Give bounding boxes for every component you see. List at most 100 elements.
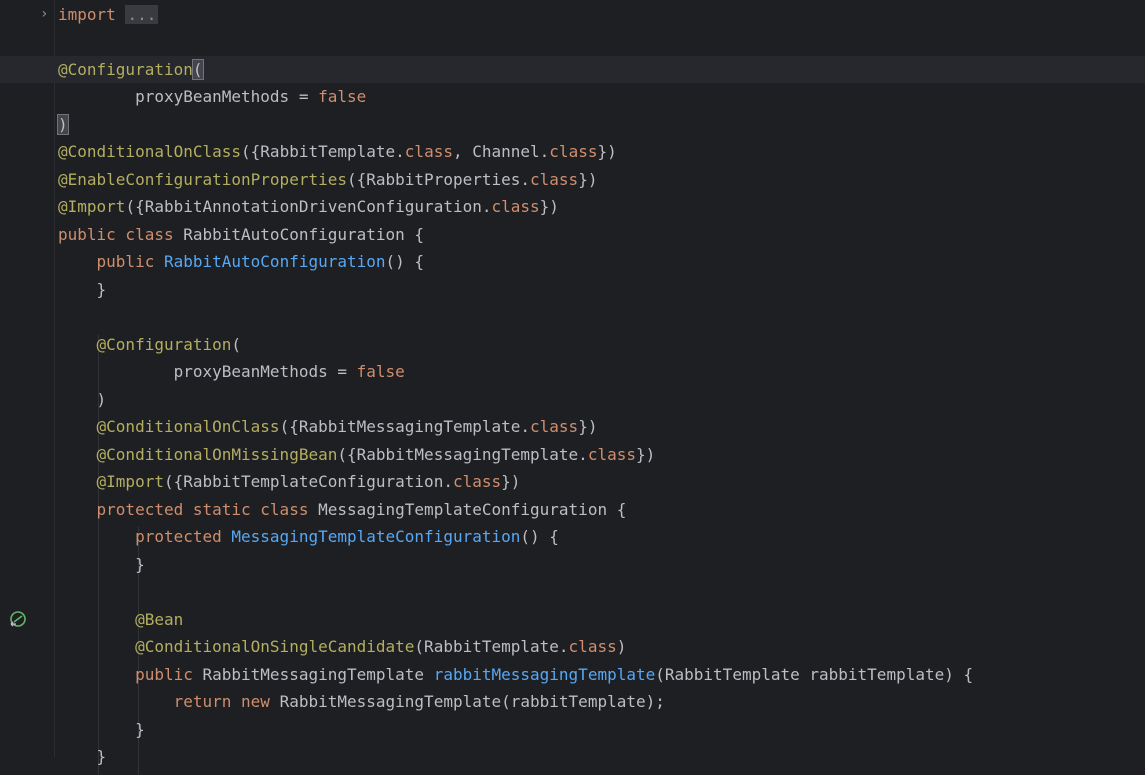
code-line[interactable]: @Configuration( xyxy=(0,55,1145,83)
line-number xyxy=(0,413,4,441)
matched-paren: ) xyxy=(57,113,69,135)
code-token: ) xyxy=(616,637,627,656)
code-token: RabbitAutoConfiguration { xyxy=(183,224,425,244)
code-line[interactable] xyxy=(58,303,1145,331)
code-token: ({RabbitProperties. xyxy=(346,169,531,189)
code-token: ( xyxy=(231,334,242,354)
code-token: class xyxy=(530,417,579,436)
folded-imports[interactable]: ... xyxy=(125,4,159,24)
code-token: ) xyxy=(58,389,107,409)
code-line[interactable]: @ConditionalOnMissingBean({RabbitMessagi… xyxy=(58,441,1145,469)
code-token: ({RabbitMessagingTemplate. xyxy=(279,417,531,436)
chevron-right-icon[interactable]: › xyxy=(40,4,54,24)
code-token: }) xyxy=(539,197,559,216)
code-token: RabbitMessagingTemplate xyxy=(202,664,434,684)
line-number xyxy=(0,276,4,304)
line-number xyxy=(0,221,4,249)
line-number xyxy=(0,578,4,606)
bean-gutter-icon[interactable] xyxy=(8,609,28,629)
line-number xyxy=(0,111,4,139)
code-line[interactable]: } xyxy=(58,276,1145,304)
code-token: @Configuration xyxy=(58,59,193,79)
code-token: class xyxy=(530,169,579,189)
code-token: } xyxy=(58,279,107,299)
code-line[interactable]: @ConditionalOnSingleCandidate(RabbitTemp… xyxy=(58,633,1145,661)
line-number xyxy=(0,606,4,634)
line-number xyxy=(0,661,4,689)
code-line[interactable]: proxyBeanMethods = false xyxy=(58,358,1145,386)
code-line[interactable]: protected static class MessagingTemplate… xyxy=(58,496,1145,524)
code-line[interactable]: @ConditionalOnClass({RabbitMessagingTemp… xyxy=(58,413,1145,441)
line-number xyxy=(0,468,4,496)
code-line[interactable] xyxy=(58,578,1145,606)
code-token: }) xyxy=(597,142,617,161)
code-line[interactable]: } xyxy=(58,551,1145,579)
code-token: RabbitMessagingTemplate(rabbitTemplate); xyxy=(279,692,665,711)
code-token: proxyBeanMethods = xyxy=(58,87,319,106)
code-token: public class xyxy=(58,224,184,244)
code-token: () { xyxy=(385,252,425,271)
code-line[interactable]: @EnableConfigurationProperties({RabbitPr… xyxy=(58,166,1145,194)
line-number xyxy=(0,83,4,111)
code-token: @ConditionalOnClass xyxy=(58,142,242,161)
code-line[interactable]: public RabbitMessagingTemplate rabbitMes… xyxy=(58,661,1145,689)
code-token: class xyxy=(404,142,453,161)
code-line[interactable]: proxyBeanMethods = false xyxy=(58,83,1145,111)
line-number xyxy=(0,303,4,331)
code-line[interactable]: public RabbitAutoConfiguration() { xyxy=(58,248,1145,276)
code-token: false xyxy=(356,362,405,381)
code-token: protected xyxy=(135,527,232,546)
code-token: , Channel. xyxy=(452,142,550,161)
code-line[interactable]: @Bean xyxy=(58,606,1145,634)
code-token: @EnableConfigurationProperties xyxy=(58,169,347,189)
code-line[interactable]: @Import({RabbitAnnotationDrivenConfigura… xyxy=(58,193,1145,221)
code-token: proxyBeanMethods = xyxy=(58,362,357,381)
code-line[interactable]: public class RabbitAutoConfiguration { xyxy=(58,221,1145,249)
line-number xyxy=(0,688,4,716)
code-line[interactable]: import ... xyxy=(58,1,1145,29)
code-line[interactable]: protected MessagingTemplateConfiguration… xyxy=(58,523,1145,551)
code-token: (RabbitTemplate rabbitTemplate) { xyxy=(655,664,974,684)
code-token: ({RabbitTemplate. xyxy=(241,142,405,161)
code-line[interactable]: @Configuration( xyxy=(58,331,1145,359)
line-number xyxy=(0,633,4,661)
line-number xyxy=(0,523,4,551)
code-token: class xyxy=(491,197,540,216)
editor-gutter: › xyxy=(0,0,55,757)
code-line[interactable]: ) xyxy=(58,386,1145,414)
code-token: }) xyxy=(578,169,598,189)
code-token: class xyxy=(452,472,502,491)
code-token: ({RabbitAnnotationDrivenConfiguration. xyxy=(125,197,492,216)
code-line[interactable] xyxy=(58,28,1145,56)
code-token: } xyxy=(58,719,145,739)
code-line[interactable]: return new RabbitMessagingTemplate(rabbi… xyxy=(58,688,1145,716)
code-line[interactable]: ) xyxy=(57,111,1145,139)
line-number xyxy=(0,248,4,276)
line-number xyxy=(0,551,4,579)
matched-paren: ( xyxy=(191,58,204,80)
code-token: class xyxy=(587,444,636,464)
code-token: rabbitMessagingTemplate xyxy=(433,664,656,684)
code-line[interactable]: @Import({RabbitTemplateConfiguration.cla… xyxy=(58,468,1145,496)
code-token: }) xyxy=(578,417,598,436)
code-line[interactable]: @ConditionalOnClass({RabbitTemplate.clas… xyxy=(58,138,1145,166)
code-token: }) xyxy=(635,444,656,464)
code-token: RabbitAutoConfiguration xyxy=(163,252,386,271)
line-number xyxy=(0,138,4,166)
code-token: @ConditionalOnMissingBean xyxy=(96,444,338,464)
code-line[interactable]: } xyxy=(58,716,1145,744)
code-token: } xyxy=(58,554,145,574)
line-number xyxy=(0,386,4,414)
code-editor[interactable]: import ... @Configuration( proxyBeanMetho… xyxy=(0,0,1145,775)
code-token: @ConditionalOnClass xyxy=(96,417,280,436)
line-number xyxy=(0,193,4,221)
